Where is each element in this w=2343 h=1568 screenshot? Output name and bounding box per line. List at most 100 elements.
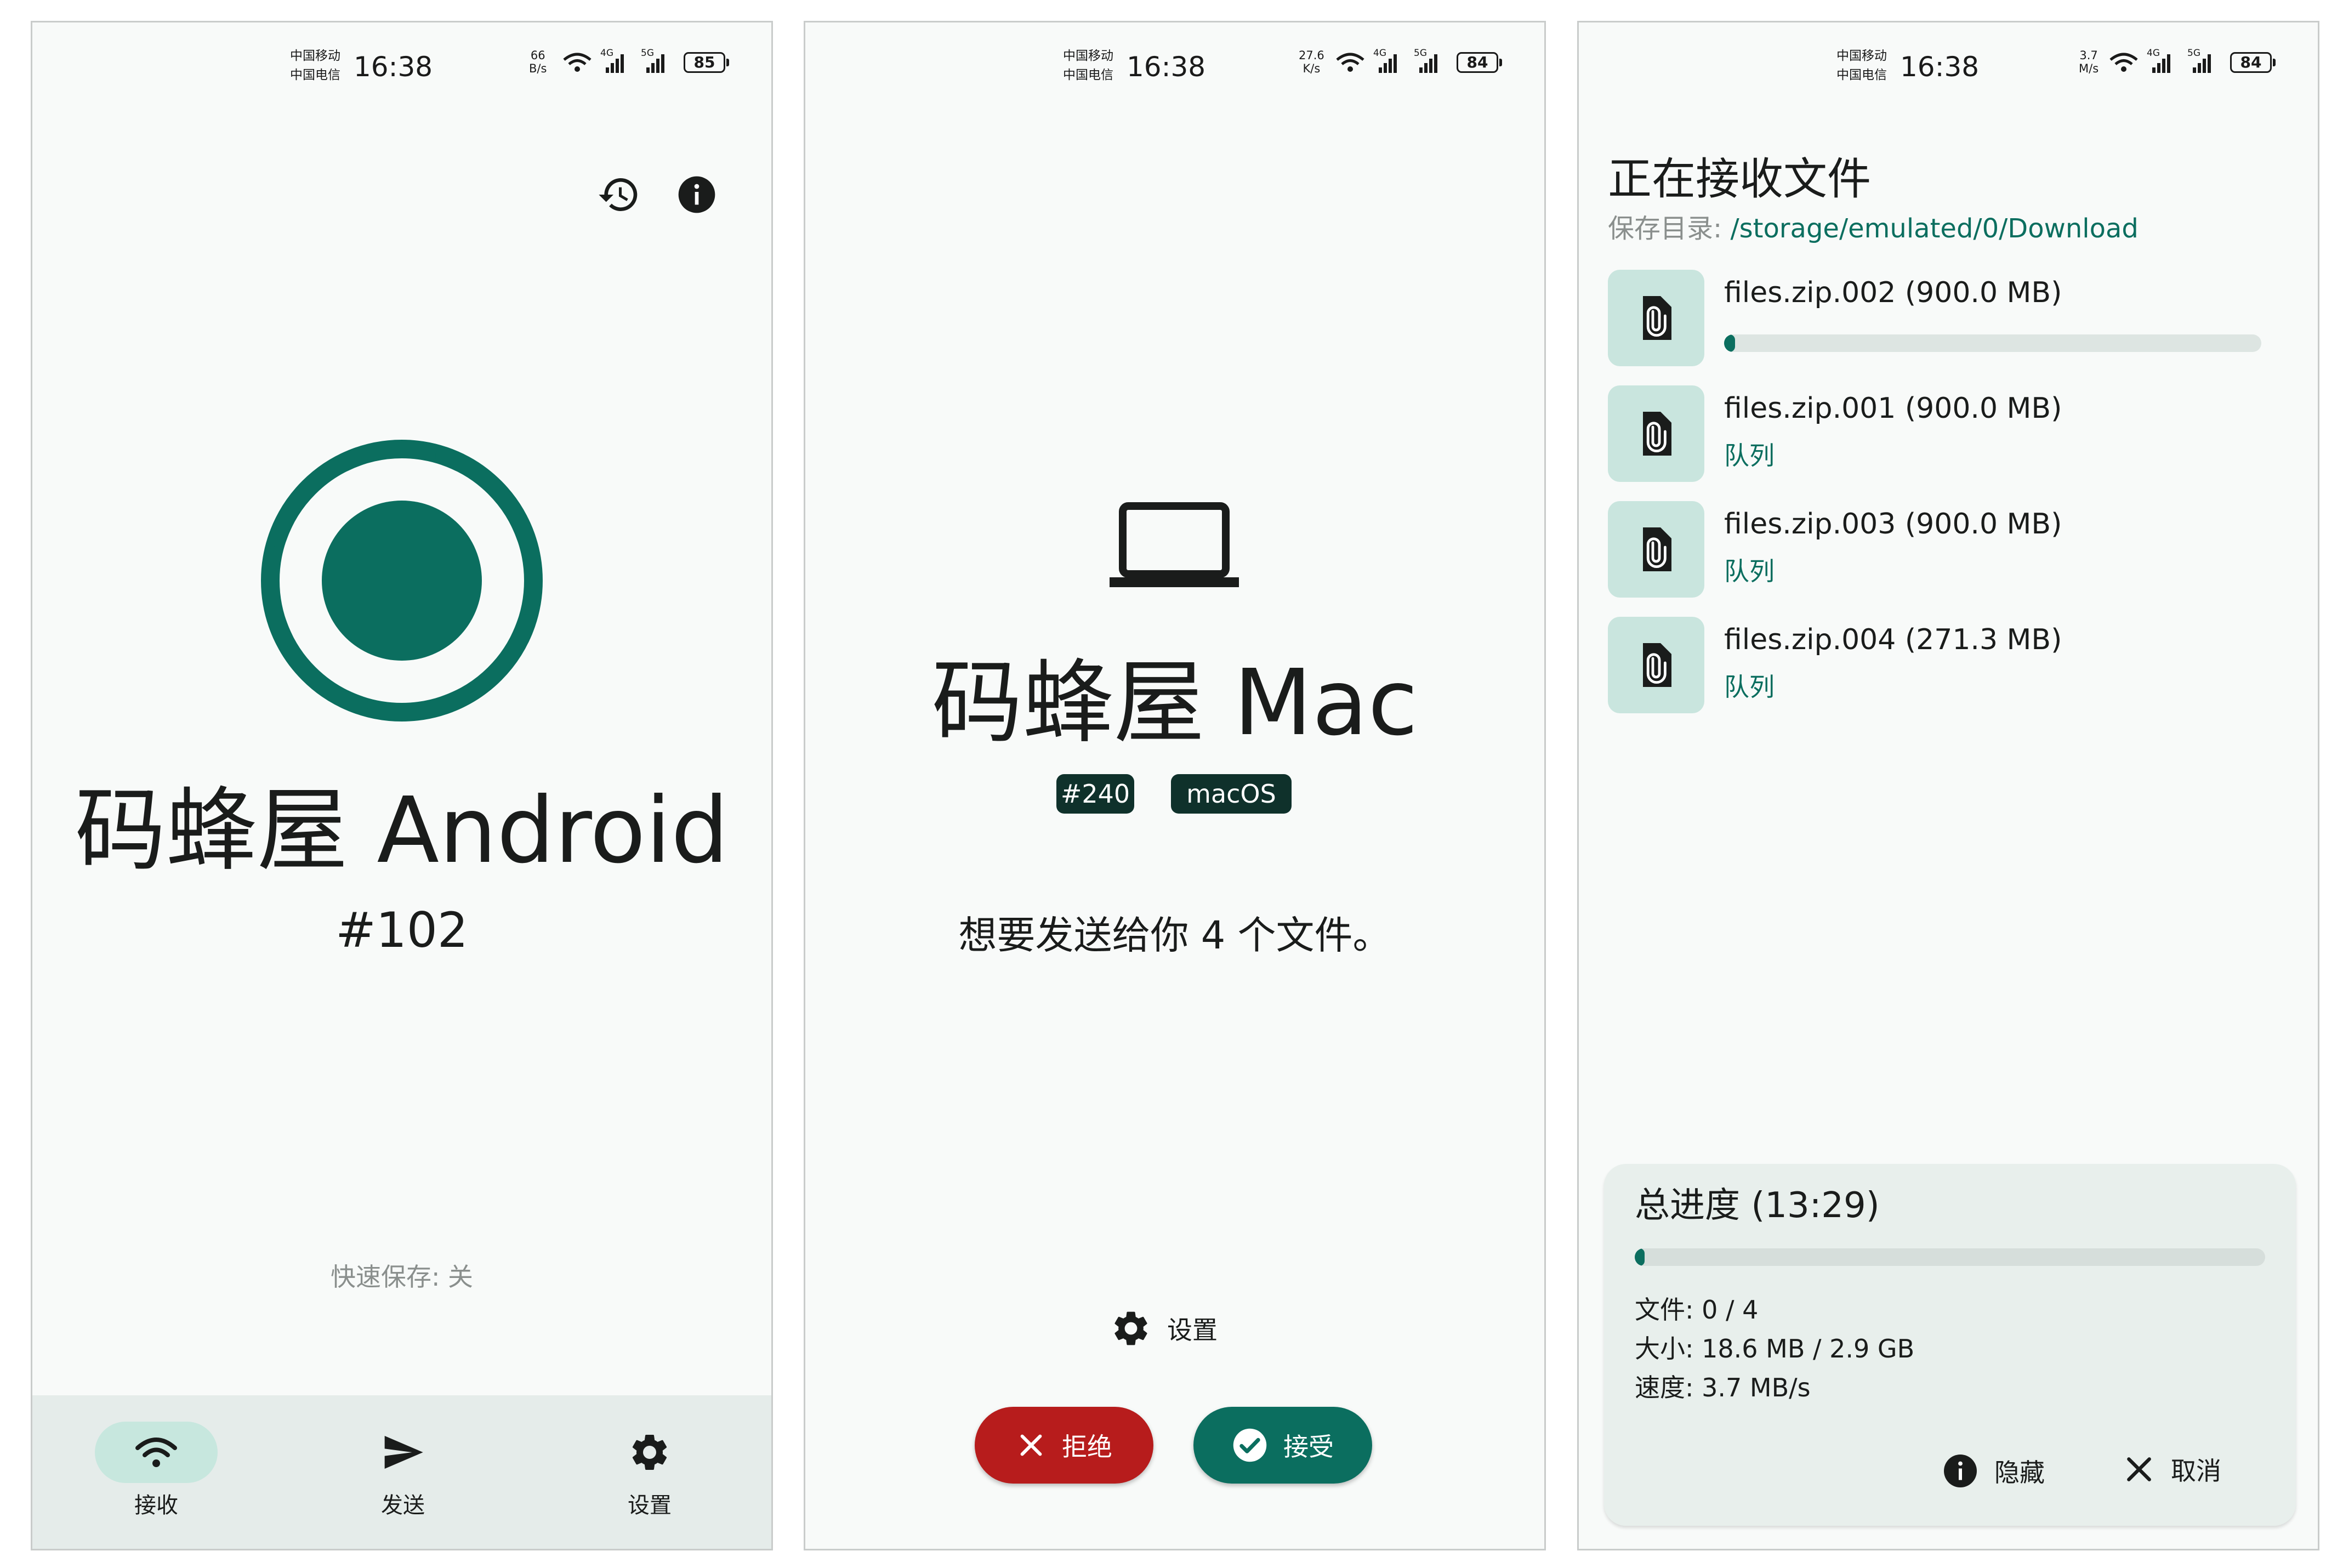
network-speed-unit: K/s: [1303, 62, 1321, 75]
carrier-2: 中国电信: [1836, 68, 1887, 82]
file-progress-bar: [1724, 334, 2261, 352]
wifi-icon: [135, 1438, 177, 1467]
info-button[interactable]: [670, 168, 723, 221]
battery-indicator: 84: [2230, 52, 2276, 73]
file-status: 队列: [1724, 672, 1775, 702]
save-directory-label: 保存目录:: [1608, 213, 1731, 244]
file-status: 队列: [1724, 441, 1775, 470]
send-icon: [384, 1436, 423, 1469]
nav-send[interactable]: 发送: [337, 1422, 469, 1519]
file-icon-tile: [1608, 270, 1704, 366]
status-time: 16:38: [1127, 51, 1206, 83]
info-icon: [678, 176, 715, 213]
carrier-2: 中国电信: [290, 68, 340, 82]
cancel-button-label: 取消: [2171, 1456, 2221, 1486]
hide-button[interactable]: 隐藏: [1941, 1451, 2045, 1491]
files-count-label: 文件:: [1635, 1295, 1702, 1325]
bottom-navigation: 接收 发送 设置: [32, 1395, 771, 1549]
carrier-1: 中国移动: [290, 49, 340, 63]
network-speed-value: 27.6: [1299, 49, 1324, 62]
carrier-labels: 中国移动 中国电信: [1063, 47, 1113, 85]
size-progress: 大小: 18.6 MB / 2.9 GB: [1635, 1329, 1914, 1365]
files-count-value: 0 / 4: [1702, 1295, 1759, 1325]
carrier-labels: 中国移动 中国电信: [1836, 47, 1887, 85]
cancel-button[interactable]: 取消: [2122, 1451, 2221, 1487]
save-directory-path[interactable]: /storage/emulated/0/Download: [1730, 213, 2138, 244]
network-speed: 27.6 K/s: [1299, 49, 1324, 75]
transfer-speed: 速度: 3.7 MB/s: [1635, 1368, 1811, 1404]
gear-icon: [1114, 1311, 1147, 1345]
file-name: files.zip.002 (900.0 MB): [1724, 276, 2062, 309]
nav-settings[interactable]: 设置: [584, 1422, 715, 1519]
device-os-tag: macOS: [1171, 774, 1292, 814]
save-directory: 保存目录: /storage/emulated/0/Download: [1608, 212, 2139, 245]
nav-send-pill: [342, 1422, 464, 1483]
size-progress-value: 18.6 MB / 2.9 GB: [1702, 1334, 1915, 1364]
receiving-progress-screen: 中国移动 中国电信 16:38 3.7 M/s 4G 5G 84 正在接收文件 …: [1577, 21, 2319, 1550]
accept-button-label: 接受: [1283, 1432, 1334, 1462]
nav-receive-pill: [95, 1422, 218, 1483]
nav-settings-pill: [588, 1422, 711, 1483]
quick-save-toggle[interactable]: 快速保存: 关: [32, 1260, 771, 1293]
wifi-status-icon: [1336, 53, 1364, 72]
file-progress-fill: [1724, 334, 1735, 352]
file-status: 队列: [1724, 556, 1775, 586]
history-button[interactable]: [593, 168, 645, 221]
signal-icon: [2152, 54, 2170, 73]
battery-indicator: 85: [684, 52, 729, 73]
carrier-2: 中国电信: [1063, 68, 1113, 82]
status-time: 16:38: [1900, 51, 1980, 83]
transfer-speed-label: 速度:: [1635, 1373, 1702, 1402]
total-progress-title: 总进度 (13:29): [1635, 1185, 1880, 1226]
device-name: 码蜂屋 Android: [75, 778, 729, 884]
files-count: 文件: 0 / 4: [1635, 1290, 1758, 1326]
network-speed-value: 66: [530, 49, 545, 62]
carrier-labels: 中国移动 中国电信: [290, 47, 340, 85]
status-bar: 中国移动 中国电信 16:38 66 B/s 4G 5G 85: [32, 44, 771, 88]
close-icon: [2127, 1457, 2151, 1481]
file-name: files.zip.003 (900.0 MB): [1724, 508, 2062, 541]
nav-settings-label: 设置: [628, 1493, 672, 1518]
total-progress-card: 总进度 (13:29) 文件: 0 / 4 大小: 18.6 MB / 2.9 …: [1604, 1164, 2296, 1526]
history-icon: [599, 178, 638, 211]
list-item: files.zip.004 (271.3 MB) 队列: [1608, 617, 2296, 713]
receive-screen: 中国移动 中国电信 16:38 66 B/s 4G 5G 85 码蜂屋 Andr…: [31, 21, 773, 1550]
file-icon-tile: [1608, 501, 1704, 598]
accept-button[interactable]: 接受: [1193, 1407, 1372, 1484]
file-name: files.zip.004 (271.3 MB): [1724, 623, 2062, 656]
transfer-speed-value: 3.7 MB/s: [1702, 1373, 1811, 1402]
list-item: files.zip.001 (900.0 MB) 队列: [1608, 385, 2296, 482]
network-speed: 66 B/s: [529, 49, 547, 75]
nav-receive[interactable]: 接收: [90, 1422, 222, 1519]
file-attachment-icon: [1643, 643, 1671, 687]
status-time: 16:38: [354, 51, 433, 83]
gear-icon: [632, 1435, 667, 1470]
network-speed: 3.7 M/s: [2079, 49, 2099, 75]
device-id-tag: #240: [1056, 774, 1134, 814]
size-progress-label: 大小:: [1635, 1334, 1702, 1364]
laptop-icon: [1110, 502, 1239, 587]
file-name: files.zip.001 (900.0 MB): [1724, 392, 2062, 425]
page-title: 正在接收文件: [1608, 154, 1871, 204]
sender-device-name: 码蜂屋 Mac: [931, 650, 1418, 756]
total-progress-fill: [1635, 1248, 1645, 1266]
nav-send-label: 发送: [381, 1493, 425, 1518]
settings-link-label: 设置: [1167, 1315, 1218, 1345]
nav-receive-label: 接收: [134, 1493, 178, 1518]
battery-indicator: 84: [1457, 52, 1502, 73]
file-icon-tile: [1608, 385, 1704, 482]
reject-button-label: 拒绝: [1062, 1432, 1112, 1462]
info-icon: [1944, 1455, 1977, 1487]
network-speed-value: 3.7: [2079, 49, 2098, 62]
transfer-message: 想要发送给你 4 个文件。: [958, 913, 1391, 958]
total-progress-bar: [1635, 1248, 2265, 1266]
signal-icon: [2193, 54, 2211, 73]
close-icon: [1020, 1434, 1042, 1456]
settings-link[interactable]: 设置: [1110, 1308, 1218, 1349]
reject-button[interactable]: 拒绝: [975, 1407, 1153, 1484]
file-attachment-icon: [1643, 296, 1671, 340]
receive-radar-logo: [261, 440, 543, 721]
status-bar: 中国移动 中国电信 16:38 3.7 M/s 4G 5G 84: [1579, 44, 2318, 88]
wifi-status-icon: [2109, 53, 2138, 72]
device-id: #102: [335, 902, 468, 958]
